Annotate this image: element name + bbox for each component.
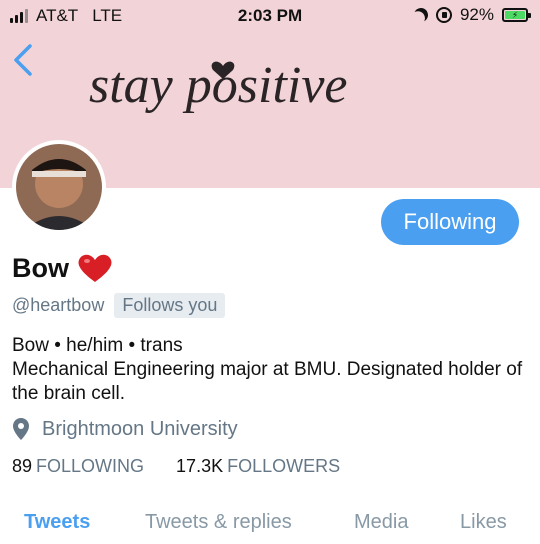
handle-row: @heartbow Follows you (12, 293, 226, 318)
profile-tabs: Tweets Tweets & replies Media Likes (0, 507, 540, 544)
profile-location: Brightmoon University (12, 417, 238, 441)
chevron-left-icon[interactable] (10, 42, 38, 78)
heart-emoji-icon (78, 254, 112, 282)
follows-you-badge: Follows you (114, 293, 226, 318)
followers-label: FOLLOWERS (227, 456, 341, 476)
followers-count-link[interactable]: 17.3K FOLLOWERS (176, 456, 340, 477)
tab-tweets-replies[interactable]: Tweets & replies (145, 511, 292, 534)
following-button[interactable]: Following (381, 199, 519, 245)
location-label[interactable]: Brightmoon University (42, 418, 238, 441)
avatar-photo (16, 144, 102, 230)
followers-count: 17.3K (176, 456, 224, 476)
profile-handle: @heartbow (12, 295, 105, 315)
battery-percent: 92% (459, 5, 494, 24)
bio-line-2: Mechanical Engineering major at BMU. Des… (12, 359, 523, 404)
banner-lettering: stay positive (89, 57, 348, 114)
status-bar: AT&T LTE 2:03 PM 92% ⚡ (0, 0, 540, 32)
follow-counts: 89 FOLLOWING 17.3K FOLLOWERS (12, 456, 340, 477)
status-right: 92% ⚡ (412, 5, 531, 25)
rotation-lock-icon (435, 7, 452, 23)
battery-charging-icon: ⚡ (502, 8, 531, 22)
moon-icon (412, 6, 430, 24)
profile-name-row: Bow (12, 252, 113, 284)
tab-likes[interactable]: Likes (460, 511, 507, 534)
following-count: 89 (12, 456, 33, 476)
location-pin-icon (13, 418, 29, 440)
tab-tweets[interactable]: Tweets (24, 511, 90, 534)
banner-text: stay positive (85, 44, 455, 144)
following-label: FOLLOWING (36, 456, 145, 476)
profile-name: Bow (12, 252, 69, 283)
avatar-image (16, 144, 102, 230)
tab-media[interactable]: Media (354, 511, 408, 534)
avatar[interactable] (12, 140, 106, 234)
following-count-link[interactable]: 89 FOLLOWING (12, 456, 144, 477)
profile-bio: Bow • he/him • trans Mechanical Engineer… (12, 334, 532, 406)
bio-line-1: Bow • he/him • trans (12, 335, 183, 356)
